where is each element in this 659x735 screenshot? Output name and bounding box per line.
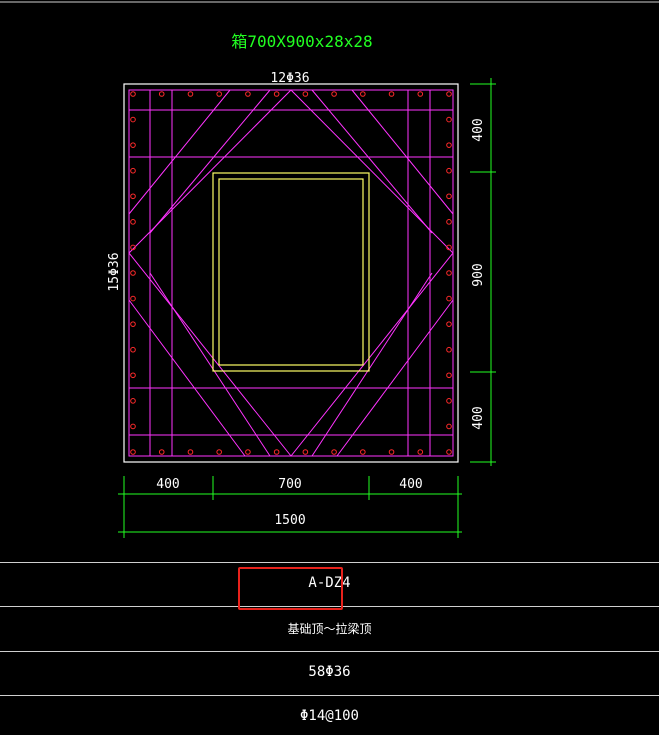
longitudinal-rebar: 58Φ36 xyxy=(308,664,351,680)
rebar-dot xyxy=(130,142,136,148)
rebar-dot xyxy=(446,372,452,379)
rebar-dot xyxy=(446,116,452,123)
rebar-dot xyxy=(245,449,251,455)
rebar-dot xyxy=(130,372,136,379)
rebar-dot xyxy=(130,295,136,302)
steel-box-inner xyxy=(218,178,364,366)
rebar-dot xyxy=(130,321,136,327)
rebar-dot xyxy=(216,91,222,97)
rebar-dot xyxy=(130,449,136,455)
rebar-dot xyxy=(388,91,395,97)
rebar-dot xyxy=(273,449,280,455)
rebar-dot xyxy=(360,449,366,455)
rebar-dot xyxy=(360,91,366,97)
stirrups-cell[interactable]: Φ14@100 xyxy=(0,708,659,724)
rebar-dot xyxy=(446,91,452,97)
rebar-dot xyxy=(446,270,452,276)
rebar-dot xyxy=(302,91,309,97)
diamond-tie-9 xyxy=(336,299,454,457)
rebar-dot-group xyxy=(130,91,452,455)
rebar-dot xyxy=(273,91,280,97)
table-line-4 xyxy=(0,695,659,696)
dim-right-top: 400 xyxy=(471,118,486,141)
stirrups: Φ14@100 xyxy=(299,708,359,724)
rebar-dot xyxy=(216,449,222,455)
rebar-dot xyxy=(446,449,452,455)
longitudinal-rebar-cell[interactable]: 58Φ36 xyxy=(0,664,659,680)
table-line-1 xyxy=(0,562,659,563)
rebar-dot xyxy=(446,193,452,200)
rebar-dot xyxy=(130,193,136,200)
column-id-highlight xyxy=(238,567,343,610)
rebar-dot xyxy=(130,219,136,225)
diamond-tie-2 xyxy=(149,89,271,234)
rebar-dot xyxy=(130,270,136,276)
column-section-drawing: 箱700X900x28x28 12Φ36 15Φ36 400 900 400 4… xyxy=(0,1,659,538)
rebar-dot xyxy=(446,219,452,225)
rebar-dot xyxy=(187,449,194,455)
rebar-dot xyxy=(245,91,251,97)
diamond-tie-3 xyxy=(311,89,433,234)
section-title: 箱700X900x28x28 xyxy=(231,32,372,51)
rebar-dot xyxy=(446,295,452,302)
dim-right-middle: 900 xyxy=(471,263,486,286)
side-rebar-label: 15Φ36 xyxy=(107,252,122,291)
rebar-dot xyxy=(331,91,337,97)
rebar-dot xyxy=(158,449,165,455)
elevation-range: 基础顶～拉梁顶 xyxy=(287,622,372,636)
rebar-dot xyxy=(417,91,424,97)
stirrup-group xyxy=(128,89,454,457)
diamond-tie-6 xyxy=(128,89,231,215)
rebar-dot xyxy=(331,449,337,455)
rebar-dot xyxy=(446,142,452,148)
dim-total: 1500 xyxy=(274,513,305,528)
rebar-dot xyxy=(130,116,136,123)
rebar-dot xyxy=(302,449,309,455)
steel-box-outer xyxy=(212,172,370,372)
rebar-dot xyxy=(446,321,452,327)
rebar-dot xyxy=(130,398,136,404)
dim-bottom-left: 400 xyxy=(156,477,179,492)
diamond-tie-8 xyxy=(128,299,246,457)
table-line-3 xyxy=(0,651,659,652)
dim-right-bottom: 400 xyxy=(471,406,486,429)
elevation-range-cell[interactable]: 基础顶～拉梁顶 xyxy=(0,620,659,637)
rebar-dot xyxy=(446,398,452,404)
rebar-dot xyxy=(158,91,165,97)
rebar-dot xyxy=(388,449,395,455)
outer-stirrup xyxy=(128,89,454,457)
rebar-dot xyxy=(446,167,452,174)
rebar-dot xyxy=(446,423,452,430)
rebar-dot xyxy=(130,423,136,430)
rebar-dot xyxy=(446,346,452,353)
rebar-dot xyxy=(187,91,194,97)
rebar-dot xyxy=(130,346,136,353)
dim-bottom-right: 400 xyxy=(399,477,422,492)
diamond-tie-1 xyxy=(128,89,454,457)
dim-bottom-middle: 700 xyxy=(278,477,301,492)
diamond-tie-7 xyxy=(351,89,454,215)
rebar-dot xyxy=(130,91,136,97)
rebar-dot xyxy=(417,449,424,455)
rebar-dot xyxy=(130,167,136,174)
